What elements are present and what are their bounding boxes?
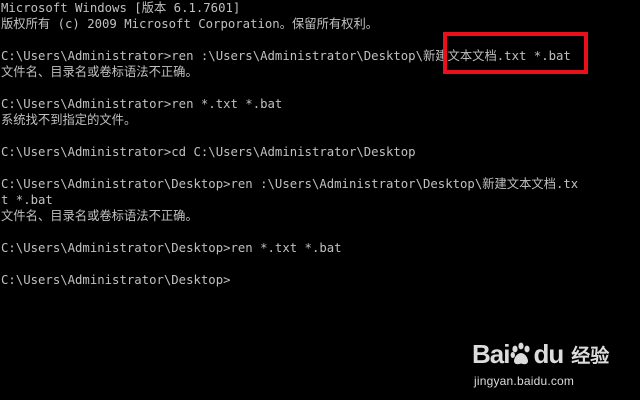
console-line-error: 文件名、目录名或卷标语法不正确。 [1, 209, 198, 223]
console-line-command: C:\Users\Administrator\Desktop>ren *.txt… [1, 241, 342, 255]
console-line-error: 文件名、目录名或卷标语法不正确。 [1, 65, 198, 79]
console-line-version: Microsoft Windows [版本 6.1.7601] [1, 1, 241, 15]
console-line-command: C:\Users\Administrator>ren :\Users\Admin… [1, 49, 571, 63]
console-line-command-wrap: t *.bat [1, 193, 53, 207]
console-line-copyright: 版权所有 (c) 2009 Microsoft Corporation。保留所有… [1, 17, 379, 31]
watermark-product: 经验 [571, 344, 610, 367]
console-line-command: C:\Users\Administrator\Desktop>ren :\Use… [1, 177, 579, 191]
baidu-jingyan-watermark: Bai du 经验 jingyan.baidu.com [472, 336, 622, 394]
console-window[interactable]: Microsoft Windows [版本 6.1.7601] 版权所有 (c)… [0, 0, 640, 400]
watermark-brand-left: Bai [472, 338, 510, 369]
console-line-command: C:\Users\Administrator>cd C:\Users\Admin… [1, 145, 416, 159]
baidu-paw-icon [511, 342, 531, 365]
watermark-logo: Bai du 经验 [472, 336, 622, 372]
watermark-brand-right: du [533, 338, 564, 369]
console-output: Microsoft Windows [版本 6.1.7601] 版权所有 (c)… [1, 0, 639, 288]
console-line-command: C:\Users\Administrator>ren *.txt *.bat [1, 97, 283, 111]
console-line-error: 系统找不到指定的文件。 [1, 113, 137, 127]
console-prompt[interactable]: C:\Users\Administrator\Desktop> [1, 272, 639, 288]
watermark-url: jingyan.baidu.com [474, 374, 575, 388]
